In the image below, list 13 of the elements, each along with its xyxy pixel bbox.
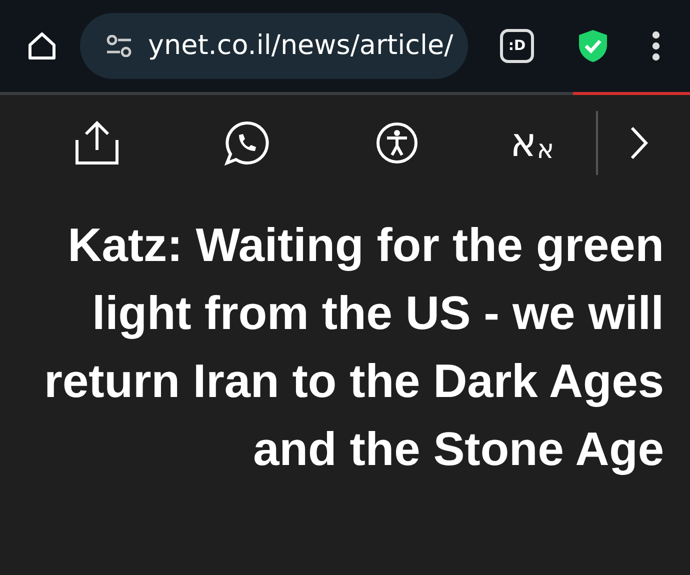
more-menu-icon[interactable] (652, 31, 660, 61)
whatsapp-icon[interactable] (224, 120, 270, 166)
text-size-button[interactable]: א א (510, 123, 554, 163)
article-headline: Katz: Waiting for the green light from the US - we will return Iran to the Dark Ages and the Stone Age (43, 217, 665, 477)
accessibility-icon[interactable] (376, 122, 418, 164)
extension-button[interactable]: :D (500, 29, 534, 63)
site-settings-icon[interactable] (106, 35, 132, 57)
share-icon[interactable] (74, 120, 120, 166)
shield-check-icon[interactable] (578, 29, 608, 63)
address-bar[interactable]: ynet.co.il/news/article/ (80, 13, 468, 79)
url-text: ynet.co.il/news/article/ (148, 28, 454, 63)
home-icon[interactable] (26, 30, 58, 62)
chevron-right-icon[interactable] (630, 126, 648, 160)
